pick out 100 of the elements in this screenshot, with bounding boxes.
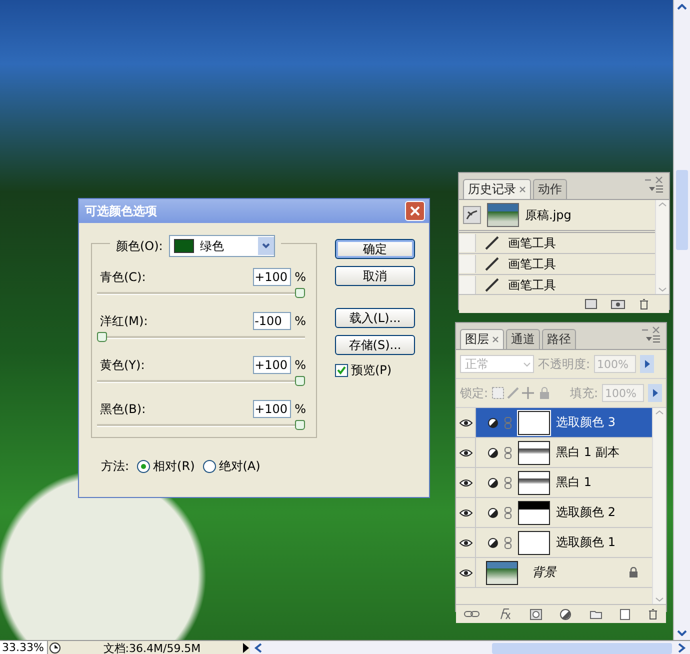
fill-label: 填充:: [570, 384, 598, 402]
unit-label: %: [294, 314, 306, 328]
adjustment-icon: [488, 538, 498, 548]
dialog-button[interactable]: 存储(S)...: [335, 335, 415, 355]
minimize-close-icon: [643, 176, 663, 183]
slider-thumb[interactable]: [295, 420, 305, 430]
layer-row[interactable]: 选取颜色 2: [456, 498, 652, 528]
scroll-thumb[interactable]: [492, 642, 672, 654]
close-icon: [519, 186, 526, 193]
photo-thumbnail: [487, 203, 519, 227]
layer-row[interactable]: 黑白 1 副本: [456, 438, 652, 468]
check-icon: [337, 366, 346, 375]
panel-tab[interactable]: 图层: [460, 329, 504, 349]
history-item[interactable]: 画笔工具: [459, 233, 655, 254]
close-button[interactable]: [405, 201, 425, 221]
unit-label: %: [294, 270, 306, 284]
adjustment-icon: [488, 478, 498, 488]
panel-tab[interactable]: 动作: [533, 179, 567, 199]
layer-name: 黑白 1: [556, 474, 592, 491]
new-layer-icon: [620, 608, 630, 620]
layer-name: 背景: [532, 564, 558, 581]
panel-tab[interactable]: 路径: [542, 329, 576, 349]
brush-icon: [484, 256, 500, 272]
panel-tab[interactable]: 历史记录: [463, 179, 531, 199]
snapshot-row[interactable]: 原稿.jpg: [459, 200, 655, 233]
document-size: 文档:36.4M/59.5M: [102, 640, 202, 654]
zoom-level: 33.33%: [0, 641, 48, 654]
eye-icon: [458, 538, 472, 546]
mask-thumbnail: [518, 500, 550, 524]
color-dropdown[interactable]: 绿色: [168, 235, 275, 257]
layer-row[interactable]: 选取颜色 1: [456, 528, 652, 558]
slider-label: 黑色(B):: [100, 400, 147, 418]
mask-thumbnail: [518, 530, 550, 554]
brush-icon: [484, 277, 500, 293]
new-document-icon: [585, 299, 597, 309]
right-triangle-icon: [644, 360, 650, 368]
slider-label: 黄色(Y):: [100, 356, 146, 374]
mask-thumbnail: [518, 470, 550, 494]
brush-source-icon: [463, 206, 481, 224]
right-triangle-icon: [652, 389, 658, 397]
unit-label: %: [294, 402, 306, 416]
mask-thumbnail: [518, 440, 550, 464]
chain-link-icon: [504, 506, 512, 518]
dialog-button[interactable]: 载入(L)...: [335, 308, 415, 328]
layer-row[interactable]: 背景: [456, 558, 652, 588]
layer-name: 选取颜色 3: [556, 414, 616, 431]
opacity-label: 不透明度:: [538, 356, 590, 372]
adjustment-icon: [488, 418, 498, 428]
lock-label: 锁定:: [460, 384, 488, 402]
lock-options-icon: [492, 387, 550, 399]
adjustment-icon: [488, 448, 498, 458]
brush-icon: [484, 235, 500, 251]
snapshot-label: 原稿.jpg: [525, 206, 572, 224]
dialog-title: 可选颜色选项: [85, 202, 157, 220]
chain-link-icon: [504, 476, 512, 488]
fill-arrow-button[interactable]: [648, 384, 662, 402]
eye-icon: [458, 508, 472, 516]
unit-label: %: [294, 358, 306, 372]
slider-label: 洋红(M):: [100, 312, 149, 330]
slider-thumb[interactable]: [97, 332, 107, 342]
mask-icon: [530, 608, 542, 620]
layer-row[interactable]: 黑白 1: [456, 468, 652, 498]
link-icon: [464, 610, 480, 618]
radio-button[interactable]: [202, 460, 216, 473]
scroll-thumb[interactable]: [676, 170, 688, 250]
value-field[interactable]: -100: [252, 312, 291, 330]
adjustment-icon: [488, 508, 498, 518]
folder-icon: [590, 610, 602, 618]
dialog-button[interactable]: 取消: [335, 266, 415, 286]
color-swatch: [174, 239, 194, 253]
menu-icon: [646, 335, 660, 343]
history-item[interactable]: 画笔工具: [459, 254, 655, 275]
right-triangle-icon: [242, 643, 250, 653]
opacity-arrow-button[interactable]: [640, 355, 654, 373]
menu-icon: [649, 185, 663, 193]
slider-thumb[interactable]: [295, 376, 305, 386]
value-field[interactable]: +100: [252, 268, 291, 286]
clock-icon: [48, 642, 62, 654]
value-field[interactable]: +100: [252, 400, 291, 418]
eye-icon: [458, 418, 472, 426]
chain-link-icon: [504, 536, 512, 548]
slider-thumb[interactable]: [295, 288, 305, 298]
panel-tab[interactable]: 通道: [506, 329, 540, 349]
dialog-button[interactable]: 确定: [335, 239, 415, 259]
chain-link-icon: [504, 446, 512, 458]
close-icon: [410, 206, 420, 216]
eye-icon: [458, 568, 472, 576]
minimize-close-icon: [640, 326, 660, 333]
layer-name: 选取颜色 1: [556, 534, 616, 551]
checkbox[interactable]: [335, 364, 348, 377]
caret-icon: [523, 362, 531, 366]
close-icon: [492, 336, 499, 343]
radio-button[interactable]: [137, 460, 150, 473]
radio-label: 相对(R): [153, 458, 195, 475]
photo-thumbnail: [486, 560, 518, 584]
caret-icon: [262, 243, 270, 249]
value-field[interactable]: +100: [252, 356, 291, 374]
method-label: 方法:: [101, 458, 130, 475]
adjustment-icon: [560, 608, 572, 620]
camera-icon: [611, 299, 625, 309]
